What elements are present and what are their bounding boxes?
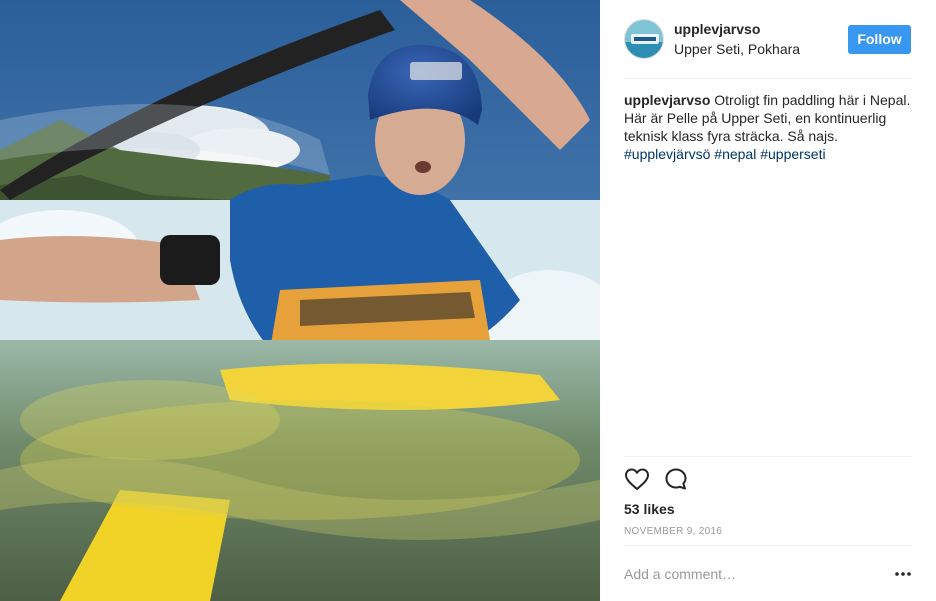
post-header: upplevjarvso Upper Seti, Pokhara Follow bbox=[624, 0, 912, 79]
like-button[interactable] bbox=[624, 467, 650, 491]
follow-button[interactable]: Follow bbox=[848, 25, 911, 54]
caption-username[interactable]: upplevjarvso bbox=[624, 92, 710, 108]
speech-bubble-icon bbox=[665, 468, 687, 490]
comment-button[interactable] bbox=[664, 467, 690, 491]
hashtag-link[interactable]: #upperseti bbox=[760, 146, 825, 162]
more-options-icon bbox=[895, 572, 911, 576]
divider bbox=[624, 545, 912, 546]
post-date: NOVEMBER 9, 2016 bbox=[624, 526, 723, 537]
divider bbox=[624, 456, 912, 457]
avatar[interactable] bbox=[624, 19, 664, 59]
hashtag-link[interactable]: #upplevjärvsö bbox=[624, 146, 710, 162]
instagram-post: upplevjarvso Upper Seti, Pokhara Follow … bbox=[0, 0, 936, 601]
avatar-image bbox=[625, 20, 663, 58]
kayaker-underwater-photo bbox=[0, 0, 600, 601]
more-options-button[interactable] bbox=[894, 565, 912, 583]
heart-outline-icon bbox=[625, 468, 649, 490]
post-side-panel: upplevjarvso Upper Seti, Pokhara Follow … bbox=[600, 0, 936, 601]
post-photo[interactable] bbox=[0, 0, 600, 601]
post-actions bbox=[624, 467, 704, 491]
likes-count[interactable]: 53 likes bbox=[624, 500, 675, 518]
comment-input[interactable] bbox=[624, 563, 864, 585]
post-caption: upplevjarvso Otroligt fin paddling här i… bbox=[624, 91, 912, 163]
hashtag-link[interactable]: #nepal bbox=[714, 146, 756, 162]
